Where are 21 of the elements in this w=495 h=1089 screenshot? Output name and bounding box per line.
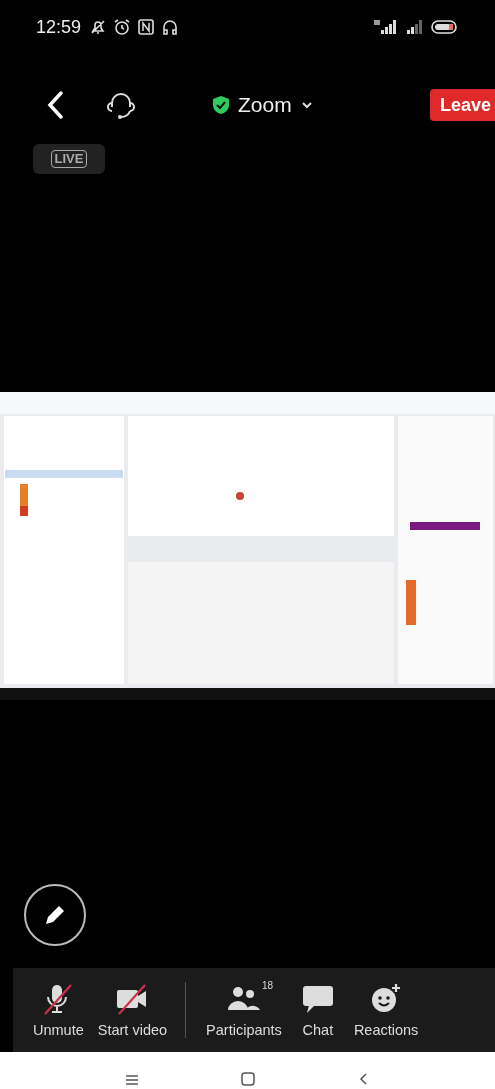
signal-icon [373, 19, 399, 35]
participant-count: 18 [262, 980, 274, 991]
live-label: LIVE [50, 150, 88, 168]
signal-icon [405, 19, 425, 35]
headphones-icon [161, 18, 180, 36]
toolbar-button[interactable]: 18 Participants [200, 982, 288, 1038]
home-icon[interactable] [239, 1071, 256, 1087]
nfc-icon [137, 18, 156, 36]
status-time: 12:59 [36, 16, 82, 38]
toolbar-button[interactable]: Reactions [347, 982, 425, 1038]
headset-icon[interactable] [106, 90, 136, 120]
shield-icon [212, 95, 230, 115]
alarm-icon [113, 18, 132, 36]
toolbar-button[interactable]: Start video [91, 982, 174, 1038]
toolbar-button[interactable]: Unmute [27, 982, 90, 1038]
bell-off-icon [89, 18, 108, 36]
meeting-title[interactable]: Zoom [238, 93, 292, 117]
toolbar-button[interactable]: Chat [293, 982, 342, 1038]
battery-icon [431, 19, 459, 35]
leave-button[interactable]: Leave [429, 89, 495, 121]
menu-icon[interactable] [123, 1073, 140, 1087]
